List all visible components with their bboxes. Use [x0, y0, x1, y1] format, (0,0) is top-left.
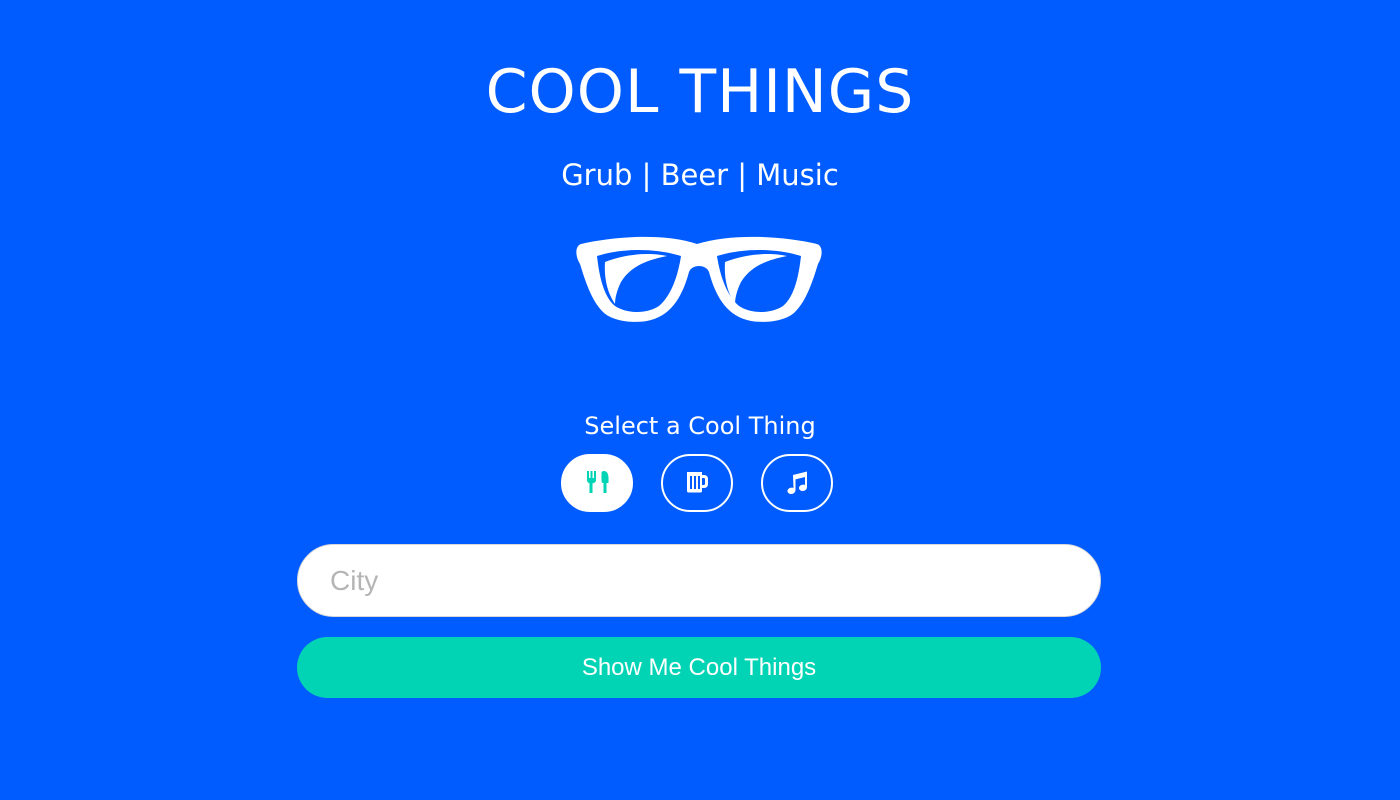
- music-note-icon: [784, 469, 810, 498]
- music-category-button[interactable]: [761, 454, 833, 512]
- grub-category-button[interactable]: [561, 454, 633, 512]
- page-subtitle: Grub | Beer | Music: [561, 158, 839, 192]
- show-cool-things-button[interactable]: Show Me Cool Things: [297, 637, 1101, 698]
- city-input[interactable]: [297, 544, 1101, 617]
- page-title: COOL THINGS: [485, 57, 915, 127]
- utensils-icon: [584, 469, 610, 498]
- landing-page: COOL THINGS Grub | Beer | Music Select a…: [0, 0, 1400, 800]
- glasses-icon: [575, 234, 823, 326]
- category-selector: [561, 454, 837, 516]
- select-category-label: Select a Cool Thing: [584, 412, 816, 440]
- beer-mug-icon: [684, 469, 710, 498]
- beer-category-button[interactable]: [661, 454, 733, 512]
